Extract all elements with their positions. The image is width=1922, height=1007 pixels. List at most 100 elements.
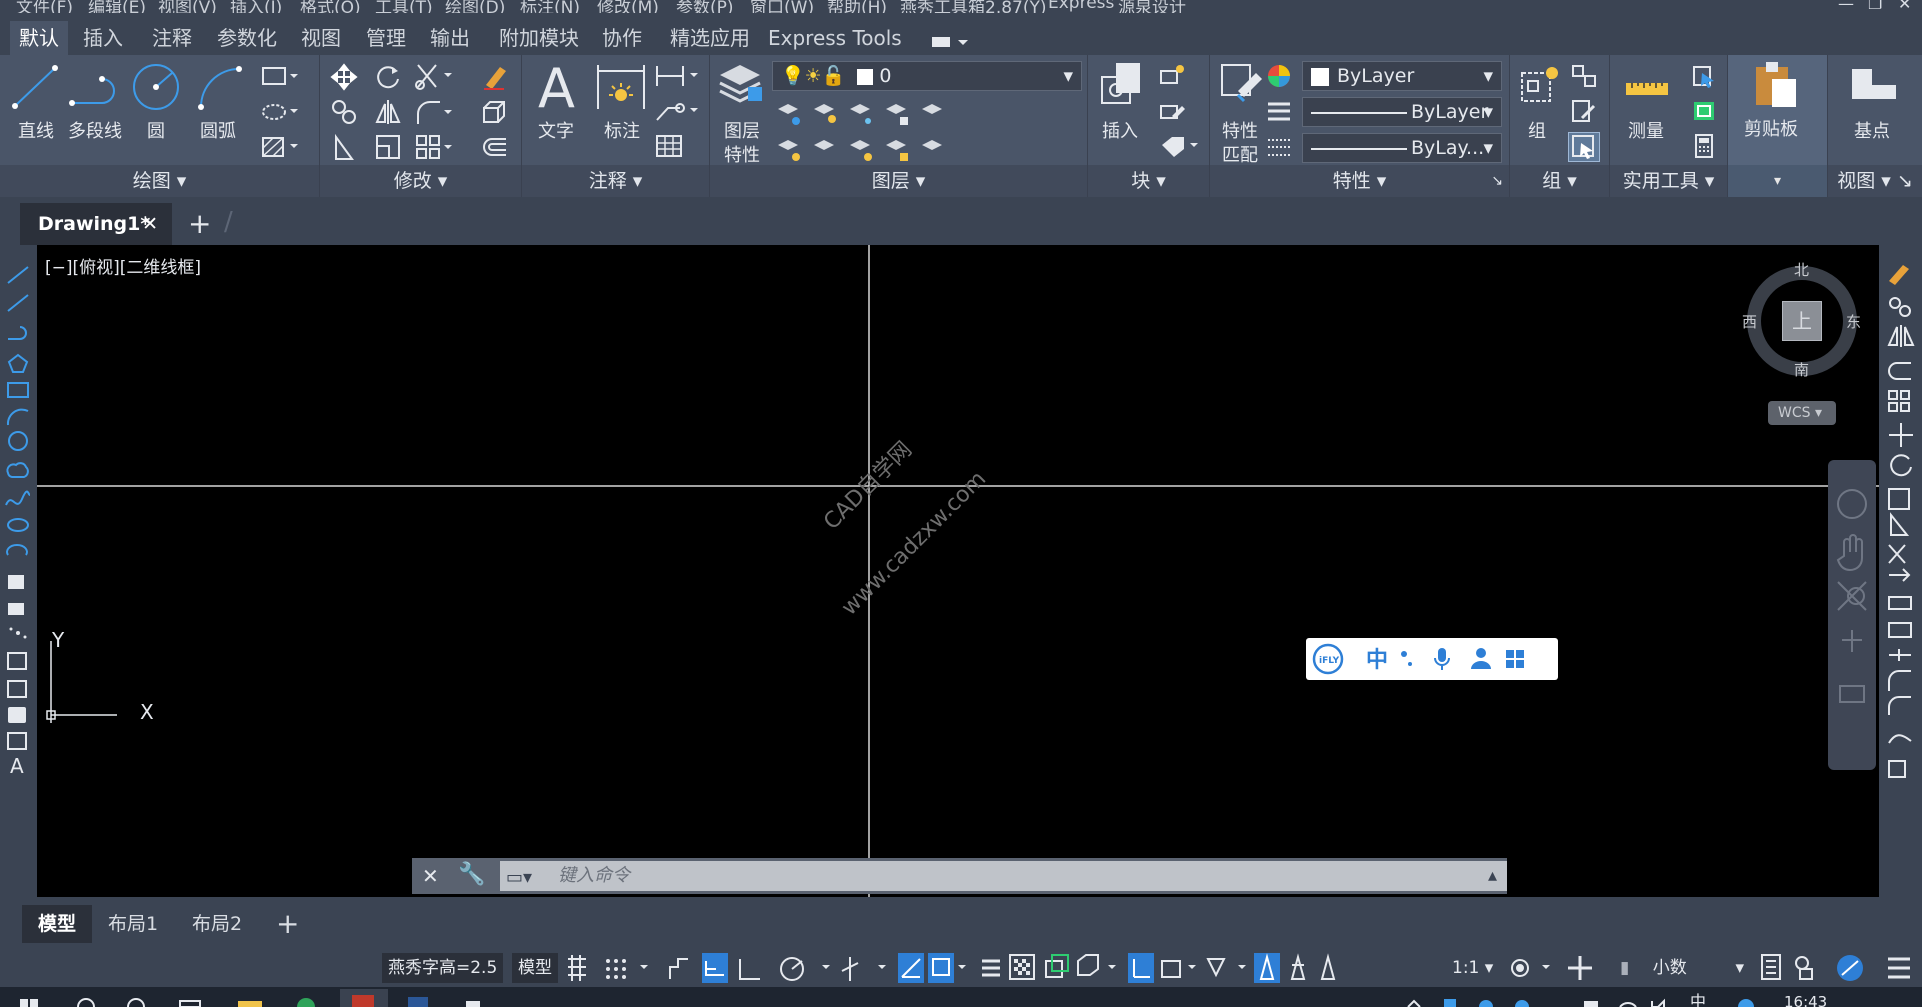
viewcube-top-face[interactable]: 上 [1782, 301, 1822, 341]
mirror-icon[interactable] [374, 98, 402, 126]
status-toggles[interactable] [562, 951, 1662, 985]
dimension-icon[interactable] [594, 61, 648, 113]
linear-dim-icon[interactable] [654, 63, 702, 89]
leader-icon[interactable] [654, 98, 702, 124]
annotation-scale[interactable]: 1:1 ▾ [1452, 953, 1493, 983]
match-properties-line1[interactable]: 特性 [1222, 117, 1258, 143]
hatch-icon[interactable] [260, 135, 300, 159]
paste-icon[interactable] [1750, 59, 1800, 109]
copy-icon[interactable] [330, 98, 358, 126]
menu-help[interactable]: 帮助(H) [827, 0, 887, 13]
viewcube[interactable]: 上 北 南 东 西 [1742, 261, 1862, 381]
fillet-icon[interactable] [414, 98, 456, 128]
color-dropdown[interactable]: ByLayer ▾ [1302, 61, 1502, 91]
linetype-dropdown[interactable]: ByLayer ▾ [1302, 97, 1502, 127]
edit-block-icon[interactable] [1158, 98, 1188, 124]
close-icon[interactable]: ✕ [1898, 0, 1911, 13]
tab-collaborate[interactable]: 协作 [596, 21, 648, 55]
rectangle-icon[interactable] [260, 65, 300, 89]
tab-layout1[interactable]: 布局1 [108, 905, 158, 943]
panel-title-utilities[interactable]: 实用工具 ▾ [1610, 165, 1727, 197]
hatch-ellipse-icon[interactable] [260, 100, 300, 124]
3dobject-icon[interactable] [480, 98, 510, 126]
group-select-icon[interactable] [1568, 132, 1600, 162]
polyline-button[interactable]: 多段线 [68, 117, 122, 143]
restore-icon[interactable]: ❐ [1868, 0, 1882, 13]
compass-west[interactable]: 西 [1742, 311, 1757, 332]
tab-annotate[interactable]: 注释 [144, 21, 200, 55]
lineweight-dropdown[interactable]: ByLay... ▾ [1302, 133, 1502, 163]
menu-edit[interactable]: 编辑(E) [88, 0, 146, 13]
text-icon[interactable]: A [536, 59, 580, 115]
quick-select-icon[interactable] [1690, 63, 1718, 89]
menu-express[interactable]: Express [1048, 0, 1114, 13]
layer-properties-line2[interactable]: 特性 [724, 141, 760, 167]
transparency-icon[interactable] [1266, 135, 1292, 161]
menu-parametric[interactable]: 参数(P) [676, 0, 734, 13]
drawing-tab[interactable]: Drawing1* ✕ [20, 203, 172, 245]
scale-icon[interactable] [374, 133, 402, 161]
add-layout-icon[interactable]: + [276, 905, 299, 943]
command-customize-icon[interactable]: 🔧 [458, 862, 485, 887]
lineweight-icon[interactable] [1266, 99, 1292, 125]
rotate-icon[interactable] [374, 63, 402, 91]
menu-yuanquan[interactable]: 源泉设计 [1118, 0, 1186, 13]
circle-icon[interactable] [130, 61, 182, 113]
menu-file[interactable]: 文件(F) [16, 0, 73, 13]
panel-title-properties[interactable]: 特性 ▾ ↘ [1210, 165, 1509, 197]
panel-title-layers[interactable]: 图层 ▾ [710, 165, 1087, 197]
panel-title-view[interactable]: 视图 ▾ ↘ [1828, 165, 1922, 197]
units-dropdown[interactable]: ▮ 小数 ▾ [1620, 953, 1746, 983]
tab-default[interactable]: 默认 [10, 21, 68, 55]
offset-icon[interactable] [480, 133, 510, 161]
command-expand-icon[interactable]: ▴ [1488, 861, 1497, 891]
color-wheel-icon[interactable] [1266, 63, 1292, 89]
layer-properties-icon[interactable] [716, 61, 766, 107]
arc-icon[interactable] [195, 63, 245, 111]
block-attribute-icon[interactable] [1158, 133, 1204, 159]
tab-parametric[interactable]: 参数化 [210, 21, 284, 55]
insert-button[interactable]: 插入 [1102, 117, 1138, 143]
match-properties-line2[interactable]: 匹配 [1222, 141, 1258, 167]
status-tools[interactable] [1502, 951, 1612, 985]
erase-icon[interactable] [480, 63, 510, 91]
drawing-canvas[interactable]: [−][俯视][二维线框] CAD自学网 www.cadzxw.com 上 北 … [37, 245, 1879, 897]
layer-tools-row1-icon[interactable] [776, 99, 956, 129]
tab-manage[interactable]: 管理 [360, 21, 412, 55]
ungroup-icon[interactable] [1570, 63, 1598, 89]
menu-insert[interactable]: 插入(I) [230, 0, 282, 13]
text-height-status[interactable]: 燕秀字高=2.5 [382, 953, 504, 983]
layer-properties-line1[interactable]: 图层 [724, 117, 760, 143]
basepoint-icon[interactable] [1848, 65, 1900, 109]
group-edit-icon[interactable] [1570, 98, 1598, 124]
panel-title-groups[interactable]: 组 ▾ [1510, 165, 1609, 197]
polyline-icon[interactable] [68, 65, 124, 109]
tab-model[interactable]: 模型 [22, 905, 92, 943]
tab-output[interactable]: 输出 [424, 21, 476, 55]
calculator-icon[interactable] [1690, 133, 1718, 159]
panel-title-draw[interactable]: 绘图 ▾ [0, 165, 319, 197]
tab-view[interactable]: 视图 [296, 21, 346, 55]
tab-featured-apps[interactable]: 精选应用 [664, 21, 756, 55]
measure-button[interactable]: 测量 [1628, 117, 1664, 143]
status-right-tools[interactable] [1758, 951, 1918, 985]
panel-title-annotation[interactable]: 注释 ▾ [522, 165, 709, 197]
table-icon[interactable] [654, 133, 684, 159]
menu-format[interactable]: 格式(O) [300, 0, 361, 13]
panel-title-block[interactable]: 块 ▾ [1088, 165, 1209, 197]
ribbon-minimize-icon[interactable] [928, 33, 968, 51]
model-space-button[interactable]: 模型 [512, 953, 558, 983]
tab-addins[interactable]: 附加模块 [494, 21, 584, 55]
menu-view[interactable]: 视图(V) [158, 0, 217, 13]
close-tab-icon[interactable]: ✕ [142, 203, 158, 245]
move-icon[interactable] [330, 63, 358, 91]
compass-east[interactable]: 东 [1846, 311, 1861, 332]
measure-icon[interactable] [1624, 75, 1670, 105]
tab-layout2[interactable]: 布局2 [192, 905, 242, 943]
command-input[interactable]: ▭▾ 键入命令 ▴ [500, 861, 1507, 891]
array-icon[interactable] [414, 133, 456, 163]
menu-modify[interactable]: 修改(M) [597, 0, 659, 13]
compass-south[interactable]: 南 [1794, 359, 1809, 380]
dimension-button[interactable]: 标注 [604, 117, 640, 143]
match-properties-icon[interactable] [1218, 61, 1266, 107]
